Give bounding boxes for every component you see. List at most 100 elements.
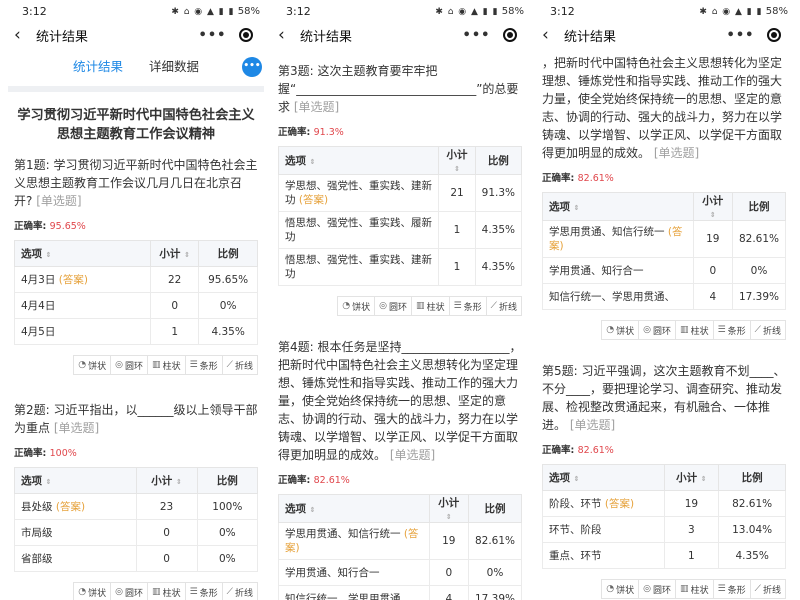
bar-icon: ▥ [680, 325, 689, 335]
hbar-chart-button[interactable]: ☰ 条形 [184, 355, 223, 375]
pie-chart-button[interactable]: ◔ 饼状 [601, 320, 640, 340]
accuracy-line: 正确率: 82.61% [542, 445, 614, 456]
line-icon: ⟋ [226, 587, 233, 597]
pie-chart-button[interactable]: ◔ 饼状 [73, 355, 112, 375]
status-time: 3:12 [22, 4, 47, 18]
bar-chart-button[interactable]: ▥ 柱状 [675, 320, 714, 340]
result-table-q1: 选项 ⇕ 小计 ⇕ 比例 4月3日 (答案) 22 95.65% 4月4日 0 0% 4月5… [13, 240, 258, 345]
pie-chart-button[interactable]: ◔ 饼状 [601, 579, 640, 599]
line-icon: ⟋ [754, 325, 761, 335]
more-actions-button[interactable]: ••• [242, 57, 262, 77]
status-bar: 3:12 ✱ ⌂ ◉ ▲ ▮ ▮ 58% [272, 0, 528, 22]
status-icons: ✱ ⌂ ◉ ▲ ▮ ▮ [171, 6, 235, 17]
chart-type-buttons: ◔ 饼状 ◎ 圆环 ▥ 柱状 ☰ 条形 ⟋ 折线 [536, 579, 786, 599]
accuracy-line: 正确率: 95.65% [14, 221, 86, 232]
table-row: 环节、阶段 3 13.04% [542, 516, 786, 543]
chart-type-buttons: ◔ 饼状 ◎ 圆环 ▥ 柱状 ☰ 条形 ⟋ 折线 [272, 296, 522, 316]
status-icons: ✱ ⌂ ◉ ▲ ▮ ▮ [435, 6, 499, 17]
pie-icon: ◔ [606, 584, 615, 594]
miniapp-capsule: ••• [192, 24, 260, 46]
table-row: 阶段、环节 (答案) 19 82.61% [542, 490, 786, 517]
close-miniapp-icon[interactable] [767, 28, 782, 42]
ring-chart-button[interactable]: ◎ 圆环 [110, 582, 149, 600]
pie-icon: ◔ [342, 301, 351, 311]
line-icon: ⟋ [754, 584, 761, 594]
bar-chart-button[interactable]: ▥ 柱状 [675, 579, 714, 599]
table-row: 知信行统一、学思用贯通、 4 17.39% [278, 585, 523, 600]
table-row: 省部级 0 0% [14, 545, 259, 572]
table-row: 4月3日 (答案) 22 95.65% [13, 266, 258, 293]
line-chart-button[interactable]: ⟋ 折线 [221, 582, 258, 600]
pie-icon: ◔ [606, 325, 615, 335]
back-icon[interactable]: ‹ [278, 25, 294, 45]
close-miniapp-icon[interactable] [503, 28, 518, 42]
table-row: 4月4日 0 0% [13, 292, 258, 319]
hbar-chart-button[interactable]: ☰ 条形 [448, 296, 487, 316]
bar-chart-button[interactable]: ▥ 柱状 [147, 582, 186, 600]
more-icon[interactable]: ••• [727, 28, 755, 43]
ring-chart-button[interactable]: ◎ 圆环 [638, 320, 677, 340]
pie-chart-button[interactable]: ◔ 饼状 [73, 582, 112, 600]
hbar-chart-button[interactable]: ☰ 条形 [712, 320, 751, 340]
title-bar: ‹ 统计结果 ••• [536, 22, 792, 48]
battery-level: 58% [501, 5, 524, 17]
ring-icon: ◎ [379, 301, 388, 311]
survey-title: 学习贯彻习近平新时代中国特色社会主义思想主题教育工作会议精神 [17, 108, 255, 142]
hbar-icon: ☰ [189, 360, 198, 370]
battery-level: 58% [765, 5, 788, 17]
back-icon[interactable]: ‹ [14, 25, 30, 45]
tab-detail[interactable]: 详细数据 [149, 56, 199, 79]
status-icons: ✱ ⌂ ◉ ▲ ▮ ▮ [699, 6, 763, 17]
more-icon[interactable]: ••• [199, 28, 227, 43]
table-row: 学思用贯通、知信行统一 (答案) 19 82.61% [542, 220, 787, 258]
question-3-text: 第3题: 这次主题教育要牢牢把握“_______________________… [278, 64, 519, 114]
line-chart-button[interactable]: ⟋ 折线 [485, 296, 522, 316]
phone-screen-3: 3:12 ✱ ⌂ ◉ ▲ ▮ ▮ 58% ‹ 统计结果 ••• ，把新时代中国特… [536, 0, 792, 600]
ring-chart-button[interactable]: ◎ 圆环 [638, 579, 677, 599]
line-chart-button[interactable]: ⟋ 折线 [221, 355, 258, 375]
more-icon[interactable]: ••• [463, 28, 491, 43]
hbar-chart-button[interactable]: ☰ 条形 [184, 582, 223, 600]
line-icon: ⟋ [490, 301, 497, 311]
ring-chart-button[interactable]: ◎ 圆环 [374, 296, 413, 316]
back-icon[interactable]: ‹ [542, 25, 558, 45]
bar-icon: ▥ [152, 587, 161, 597]
hbar-chart-button[interactable]: ☰ 条形 [712, 579, 751, 599]
result-table-q3: 选项 ⇕ 小计 ⇕ 比例 学思想、强党性、重实践、建新功 (答案) 21 91.3% 悟… [277, 146, 523, 286]
page-heading: 统计结果 [564, 29, 617, 45]
table-row: 学用贯通、知行合一 0 0% [542, 257, 787, 284]
miniapp-capsule: ••• [456, 24, 524, 46]
ring-chart-button[interactable]: ◎ 圆环 [110, 355, 149, 375]
bar-chart-button[interactable]: ▥ 柱状 [147, 355, 186, 375]
line-chart-button[interactable]: ⟋ 折线 [749, 320, 786, 340]
status-time: 3:12 [550, 4, 575, 18]
bar-icon: ▥ [152, 360, 161, 370]
bar-icon: ▥ [416, 301, 425, 311]
question-5-text: 第5题: 习近平强调，这次主题教育不划____、不分____，要把理论学习、调查… [542, 364, 786, 432]
battery-level: 58% [237, 5, 260, 17]
table-row: 重点、环节 1 4.35% [542, 542, 786, 569]
accuracy-line: 正确率: 100% [14, 448, 77, 459]
phone-screen-2: 3:12 ✱ ⌂ ◉ ▲ ▮ ▮ 58% ‹ 统计结果 ••• 第3题: 这次主… [272, 0, 528, 600]
pie-icon: ◔ [78, 587, 87, 597]
ring-icon: ◎ [643, 584, 652, 594]
line-chart-button[interactable]: ⟋ 折线 [749, 579, 786, 599]
pie-chart-button[interactable]: ◔ 饼状 [337, 296, 376, 316]
pie-icon: ◔ [78, 360, 87, 370]
ring-icon: ◎ [115, 587, 124, 597]
tab-stats[interactable]: 统计结果 [73, 56, 123, 79]
hbar-icon: ☰ [717, 584, 726, 594]
question-4-text: 第4题: 根本任务是坚持__________________，把新时代中国特色社… [278, 340, 522, 462]
accuracy-line: 正确率: 82.61% [542, 173, 614, 184]
line-icon: ⟋ [226, 360, 233, 370]
table-row: 市局级 0 0% [14, 519, 259, 546]
page-heading: 统计结果 [36, 29, 89, 45]
page-heading: 统计结果 [300, 29, 353, 45]
question-2-text: 第2题: 习近平指出，以______级以上领导干部为重点 [单选题] [14, 403, 258, 435]
result-table-q4-continued: 选项 ⇕ 小计 ⇕ 比例 学思用贯通、知信行统一 (答案) 19 82.61% 学用贯通… [542, 192, 787, 310]
bar-chart-button[interactable]: ▥ 柱状 [411, 296, 450, 316]
chart-type-buttons: ◔ 饼状 ◎ 圆环 ▥ 柱状 ☰ 条形 ⟋ 折线 [8, 582, 258, 600]
status-bar: 3:12 ✱ ⌂ ◉ ▲ ▮ ▮ 58% [536, 0, 792, 22]
table-row: 县处级 (答案) 23 100% [14, 493, 259, 520]
close-miniapp-icon[interactable] [239, 28, 254, 42]
